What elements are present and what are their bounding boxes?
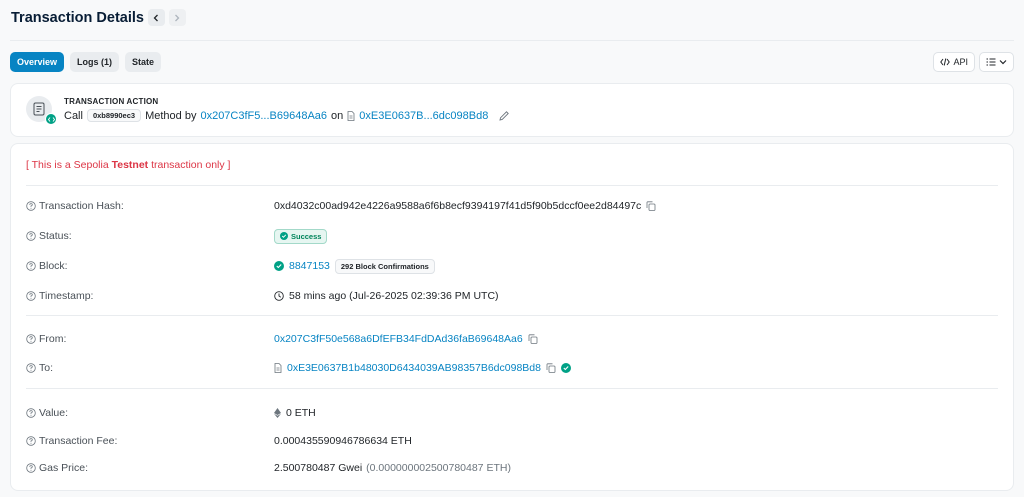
chevron-left-icon xyxy=(154,14,159,21)
chevron-right-icon xyxy=(175,14,180,21)
to-address-link[interactable]: 0xE3E0637B1b48030D6434039AB98357B6dc098B… xyxy=(287,362,541,374)
verified-check-icon xyxy=(560,363,571,373)
gas-price-gwei: 2.500780487 Gwei xyxy=(274,462,363,474)
value-label: Value: xyxy=(39,407,68,419)
from-address-link[interactable]: 0x207C3fF50e568a6DfEFB34FdDAd36faB69648A… xyxy=(274,333,523,345)
timestamp-row: Timestamp: 58 mins ago (Jul-26-2025 02:3… xyxy=(26,288,998,304)
clock-icon xyxy=(274,291,284,301)
toolbar: API xyxy=(933,52,1014,72)
copy-icon[interactable] xyxy=(528,334,538,344)
contract-file-icon xyxy=(274,363,282,373)
status-value: Success xyxy=(291,231,322,241)
gas-price-row: Gas Price: 2.500780487 Gwei (0.000000002… xyxy=(26,460,998,476)
tab-state[interactable]: State xyxy=(125,52,162,72)
tab-overview[interactable]: Overview xyxy=(10,52,65,72)
testnet-notice-suffix: transaction only ] xyxy=(148,159,231,171)
section-divider xyxy=(26,388,998,389)
contract-file-icon xyxy=(347,110,355,121)
to-label: To: xyxy=(39,362,54,374)
pencil-icon[interactable] xyxy=(498,110,510,122)
action-from-link[interactable]: 0x207C3fF5...B69648Aa6 xyxy=(200,110,327,122)
section-divider xyxy=(26,315,998,316)
method-by-label: Method by xyxy=(145,109,197,122)
value-row: Value: 0 ETH xyxy=(26,405,998,421)
block-number-link[interactable]: 8847153 xyxy=(289,260,330,272)
api-label: API xyxy=(953,57,968,67)
chevron-down-icon xyxy=(999,60,1007,65)
question-circle-icon[interactable] xyxy=(26,363,36,373)
ethereum-icon xyxy=(274,408,281,418)
tab-bar: Overview Logs (1) State xyxy=(10,52,162,72)
question-circle-icon[interactable] xyxy=(26,261,36,271)
question-circle-icon[interactable] xyxy=(26,231,36,241)
fee-value: 0.000435590946786634 ETH xyxy=(274,435,412,447)
gas-price-label: Gas Price: xyxy=(39,462,89,474)
question-circle-icon[interactable] xyxy=(26,334,36,344)
status-badge: Success xyxy=(274,228,328,244)
from-label: From: xyxy=(39,333,67,345)
tx-hash-value: 0xd4032c00ad942e4226a9588a6f6b8ecf939419… xyxy=(274,200,642,212)
to-row: To: 0xE3E0637B1b48030D6434039AB98357B6dc… xyxy=(26,360,998,376)
check-circle-icon xyxy=(280,232,288,240)
api-button[interactable]: API xyxy=(933,52,975,72)
view-options-button[interactable] xyxy=(979,52,1014,72)
from-row: From: 0x207C3fF50e568a6DfEFB34FdDAd36faB… xyxy=(26,331,998,347)
block-confirmations-badge: 292 Block Confirmations xyxy=(334,258,435,274)
method-id-badge: 0xb8990ec3 xyxy=(86,109,142,122)
action-title: TRANSACTION ACTION xyxy=(64,97,159,106)
transaction-action-card: TRANSACTION ACTION Call 0xb8990ec3 Metho… xyxy=(10,83,1014,137)
timestamp-value: 58 mins ago (Jul-26-2025 02:39:36 PM UTC… xyxy=(289,290,499,302)
question-circle-icon[interactable] xyxy=(26,408,36,418)
section-divider xyxy=(26,185,998,186)
copy-icon[interactable] xyxy=(646,201,656,211)
fee-label: Transaction Fee: xyxy=(39,435,118,447)
testnet-notice-bold: Testnet xyxy=(111,159,149,171)
tx-hash-row: Transaction Hash: 0xd4032c00ad942e4226a9… xyxy=(26,198,998,214)
tx-hash-label: Transaction Hash: xyxy=(39,200,124,212)
header-divider xyxy=(10,40,1014,41)
question-circle-icon[interactable] xyxy=(26,463,36,473)
contract-badge-icon xyxy=(45,113,57,125)
call-label: Call xyxy=(64,109,83,122)
action-to-link[interactable]: 0xE3E0637B...6dc098Bd8 xyxy=(359,110,488,122)
timestamp-label: Timestamp: xyxy=(39,290,94,302)
on-label: on xyxy=(331,109,344,122)
value-amount: 0 ETH xyxy=(286,407,316,419)
next-tx-button[interactable] xyxy=(168,9,186,26)
action-description: Call 0xb8990ec3 Method by 0x207C3fF5...B… xyxy=(64,109,510,122)
page-header: Transaction Details xyxy=(11,9,186,26)
list-icon xyxy=(986,58,996,66)
page-title: Transaction Details xyxy=(11,9,144,26)
question-circle-icon[interactable] xyxy=(26,436,36,446)
block-label: Block: xyxy=(39,260,68,272)
question-circle-icon[interactable] xyxy=(26,291,36,301)
testnet-notice-prefix: [ This is a Sepolia xyxy=(26,159,112,171)
check-circle-icon xyxy=(274,261,284,271)
status-row: Status: Success xyxy=(26,228,998,244)
transaction-details-card: [ This is a Sepolia Testnet transaction … xyxy=(10,143,1014,491)
code-icon xyxy=(940,58,951,66)
prev-tx-button[interactable] xyxy=(147,9,165,26)
testnet-notice: [ This is a Sepolia Testnet transaction … xyxy=(26,159,230,171)
gas-price-eth: (0.000000002500780487 ETH) xyxy=(366,462,511,474)
fee-row: Transaction Fee: 0.000435590946786634 ET… xyxy=(26,433,998,449)
tab-logs[interactable]: Logs (1) xyxy=(70,52,120,72)
copy-icon[interactable] xyxy=(546,363,556,373)
block-row: Block: 8847153 292 Block Confirmations xyxy=(26,258,998,274)
status-label: Status: xyxy=(39,230,72,242)
question-circle-icon[interactable] xyxy=(26,201,36,211)
